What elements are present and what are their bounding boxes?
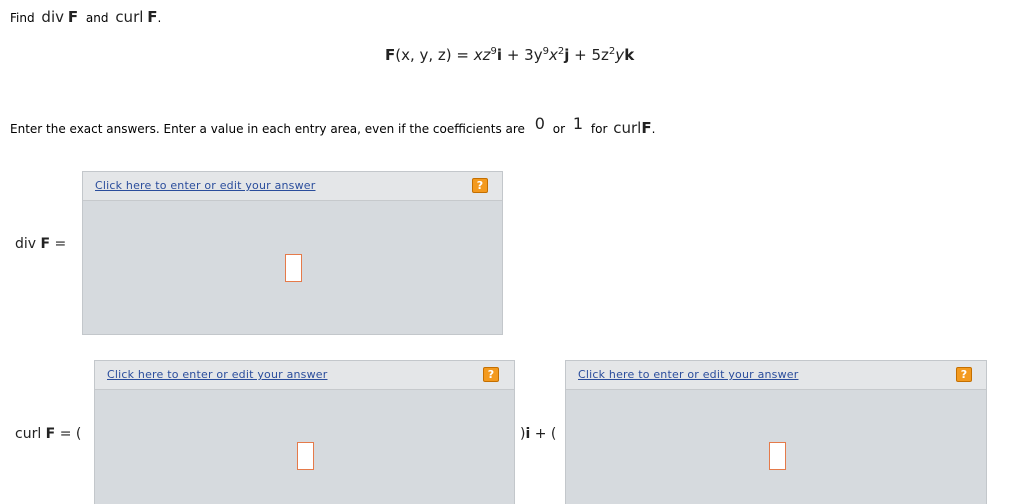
zero-value: 0: [534, 114, 545, 133]
formula-x: x: [548, 46, 558, 64]
help-icon[interactable]: ?: [483, 367, 499, 382]
curl-i-answer-entry[interactable]: [297, 442, 314, 470]
formula-term2: + 3y: [502, 46, 543, 64]
formula-args: (x, y, z) =: [395, 46, 474, 64]
vector-field-formula: F(x, y, z) = xz9i + 3y9x2j + 5z2yk: [385, 46, 634, 64]
div-answer-panel: Click here to enter or edit your answer …: [82, 171, 503, 335]
field-f: F: [45, 426, 56, 442]
panel-header: Click here to enter or edit your answer …: [83, 172, 502, 201]
curl-word: curl: [613, 119, 642, 137]
formula-term1: xz: [473, 46, 491, 64]
field-f: F: [147, 8, 158, 26]
equals-sign: =: [54, 236, 67, 252]
curl-j-answer-panel: Click here to enter or edit your answer …: [565, 360, 987, 504]
curl-word: curl: [115, 8, 144, 26]
formula-y: y: [615, 46, 625, 64]
field-f: F: [67, 8, 79, 26]
instruction-text: Enter the exact answers. Enter a value i…: [10, 122, 525, 136]
div-word: div: [15, 236, 37, 252]
field-f: F: [641, 119, 652, 137]
one-value: 1: [572, 114, 584, 133]
edit-answer-link[interactable]: Click here to enter or edit your answer: [107, 368, 328, 381]
formula-f: F: [385, 46, 396, 64]
help-icon[interactable]: ?: [956, 367, 972, 382]
edit-answer-link[interactable]: Click here to enter or edit your answer: [95, 179, 316, 192]
equals-open-paren: = (: [59, 426, 82, 442]
curl-i-answer-panel: Click here to enter or edit your answer …: [94, 360, 515, 504]
div-answer-entry[interactable]: [285, 254, 302, 282]
curl-j-answer-entry[interactable]: [769, 442, 786, 470]
period: .: [157, 11, 162, 25]
instruction-line: Enter the exact answers. Enter a value i…: [10, 114, 656, 137]
period: .: [651, 122, 656, 136]
plus-open-paren: + (: [530, 426, 557, 442]
question-line: Find div F and curl F.: [10, 8, 161, 26]
unit-k: k: [624, 46, 635, 64]
and-text: and: [85, 11, 109, 25]
curl-label: curl F = (: [15, 426, 81, 442]
or-text: or: [552, 122, 566, 136]
edit-answer-link[interactable]: Click here to enter or edit your answer: [578, 368, 799, 381]
panel-header: Click here to enter or edit your answer …: [566, 361, 986, 390]
formula-term3: + 5z: [569, 46, 609, 64]
for-text: for: [590, 122, 608, 136]
div-label: div F =: [15, 236, 66, 252]
help-icon[interactable]: ?: [472, 178, 488, 193]
curl-word: curl: [15, 426, 42, 442]
find-text: Find: [10, 11, 35, 25]
panel-header: Click here to enter or edit your answer …: [95, 361, 514, 390]
i-component-separator: )i + (: [520, 426, 556, 442]
div-word: div: [41, 8, 64, 26]
field-f: F: [40, 236, 51, 252]
